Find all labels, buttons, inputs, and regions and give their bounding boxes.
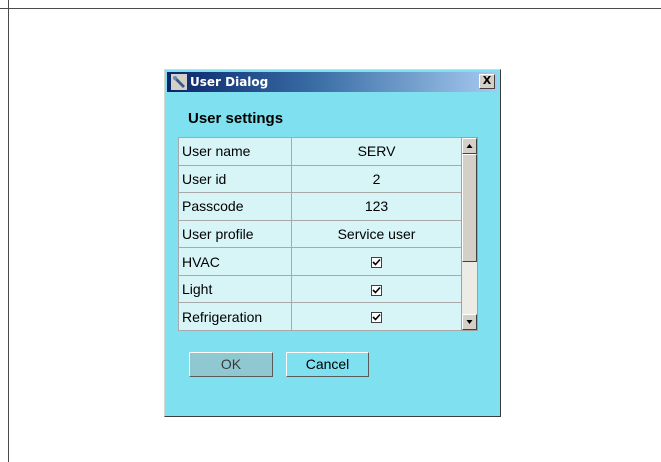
- light-checkbox[interactable]: [371, 284, 382, 296]
- dialog-titlebar[interactable]: User Dialog X: [167, 72, 498, 92]
- refrigeration-checkbox[interactable]: [371, 312, 382, 324]
- checkmark-icon: [372, 286, 381, 294]
- table-row: User profile Service user: [178, 219, 462, 249]
- table-row: Refrigeration: [178, 302, 462, 331]
- row-label: HVAC: [178, 247, 292, 276]
- dialog-title: User Dialog: [190, 75, 269, 89]
- user-profile-value[interactable]: Service user: [291, 219, 462, 249]
- row-label: User profile: [178, 219, 292, 249]
- frame-left-border: [8, 0, 9, 462]
- ok-button[interactable]: OK: [189, 352, 273, 377]
- user-name-value[interactable]: SERV: [291, 137, 462, 166]
- checkmark-icon: [372, 314, 381, 322]
- vertical-scrollbar[interactable]: [461, 137, 478, 331]
- table-row: Light: [178, 274, 462, 304]
- table-row: User id 2: [178, 164, 462, 194]
- table-row: User name SERV: [178, 137, 462, 166]
- user-dialog: User Dialog X User settings User name SE…: [164, 69, 501, 417]
- row-label: User name: [178, 137, 292, 166]
- row-label: Refrigeration: [178, 302, 292, 331]
- scroll-up-button[interactable]: [462, 138, 477, 154]
- close-button[interactable]: X: [479, 74, 495, 89]
- scroll-down-button[interactable]: [462, 314, 477, 330]
- checkmark-icon: [372, 259, 381, 266]
- passcode-value[interactable]: 123: [291, 192, 462, 221]
- row-label: Passcode: [178, 192, 292, 221]
- section-title: User settings: [188, 110, 284, 127]
- cancel-button[interactable]: Cancel: [286, 352, 369, 377]
- table-row: HVAC: [178, 247, 462, 276]
- row-label: User id: [178, 164, 292, 194]
- close-icon: X: [482, 74, 492, 87]
- wrench-app-icon: [171, 74, 187, 90]
- hvac-checkbox[interactable]: [371, 257, 382, 269]
- arrow-down-icon: [466, 320, 473, 324]
- scroll-thumb[interactable]: [462, 154, 477, 262]
- user-id-value[interactable]: 2: [291, 164, 462, 194]
- table-row: Passcode 123: [178, 192, 462, 221]
- frame-top-border: [0, 8, 661, 9]
- arrow-up-icon: [466, 144, 473, 148]
- row-label: Light: [178, 274, 292, 304]
- user-settings-table: User name SERV User id 2 Passcode 123 Us…: [178, 137, 462, 331]
